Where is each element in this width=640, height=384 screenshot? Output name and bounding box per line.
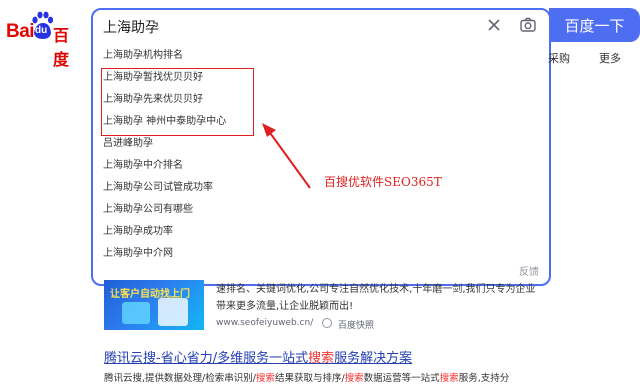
suggestion-item[interactable]: 上海助孕中介网 — [103, 244, 543, 266]
logo-text-bai: Bai — [6, 21, 35, 42]
desc-text: 腾讯云搜,提供数据处理/检索串识别/ — [104, 373, 256, 384]
close-icon[interactable] — [485, 16, 503, 34]
suggestion-item[interactable]: 上海助孕公司有哪些 — [103, 200, 543, 222]
suggestion-item[interactable]: 吕进峰助孕 — [103, 134, 543, 156]
suggestion-item[interactable]: 上海助孕公司试管成功率 — [103, 178, 543, 200]
search-button[interactable]: 百度一下 — [549, 8, 640, 42]
camera-icon[interactable] — [519, 16, 537, 34]
logo-text-du: du — [35, 25, 48, 36]
result-snippet-line: 速排名、关键词优化,公司专注自然优化技术,十年磨一剑,我们只专为企业 — [216, 284, 536, 295]
search-input-row[interactable]: 上海助孕 — [93, 10, 549, 42]
annotation-text: 百搜优软件SEO365T — [324, 175, 442, 189]
annotation-highlight-box — [101, 68, 254, 136]
desc-text: 数据运营等一站式 — [363, 373, 440, 384]
snapshot-link[interactable]: 百度快照 — [338, 318, 374, 331]
thumbnail-graphic — [122, 302, 150, 324]
search-box[interactable]: 上海助孕 上海助孕机构排名 上海助孕暂找优贝贝好 上海助孕先来优贝贝好 上海助孕… — [91, 8, 551, 286]
security-icon — [322, 318, 332, 328]
logo-text-cn: 百度 — [53, 26, 70, 69]
desc-text: 结果获取与排序/ — [274, 373, 345, 384]
result-title-link[interactable]: 腾讯云搜-省心省力/多维服务一站式搜索服务解决方案 — [104, 347, 412, 366]
result-title-text: 服务解决方案 — [334, 351, 413, 366]
result-description: 腾讯云搜,提供数据处理/检索串识别/搜索结果获取与排序/搜索数据运营等一站式搜索… — [104, 370, 634, 384]
desc-keyword: 搜索 — [255, 373, 275, 384]
desc-keyword: 搜索 — [344, 373, 364, 384]
desc-keyword: 搜索 — [439, 373, 459, 384]
result-title-keyword: 搜索 — [308, 351, 335, 366]
baidu-logo[interactable]: Bai du 百度 — [6, 10, 82, 69]
nav-caigou-link[interactable]: 采购 — [548, 50, 570, 66]
desc-text: 服务,支持分 — [458, 373, 510, 384]
result-url[interactable]: www.seofeiyuweb.cn/ — [216, 318, 313, 328]
suggestion-item[interactable]: 上海助孕机构排名 — [103, 46, 543, 68]
annotation-arrow-icon — [262, 123, 311, 189]
suggestion-item[interactable]: 上海助孕成功率 — [103, 222, 543, 244]
search-input[interactable]: 上海助孕 — [103, 17, 159, 37]
feedback-link[interactable]: 反馈 — [519, 263, 539, 278]
result-title-text: 腾讯云搜-省心省力/多维服务一站式 — [104, 351, 309, 366]
result-thumbnail[interactable]: 让客户自动找上门 — [104, 280, 204, 330]
thumbnail-graphic — [158, 298, 188, 326]
suggestion-item[interactable]: 上海助孕中介排名 — [103, 156, 543, 178]
result-snippet-line: 带来更多流量,让企业脱颖而出! — [216, 301, 354, 312]
nav-more-link[interactable]: 更多 — [599, 50, 621, 66]
